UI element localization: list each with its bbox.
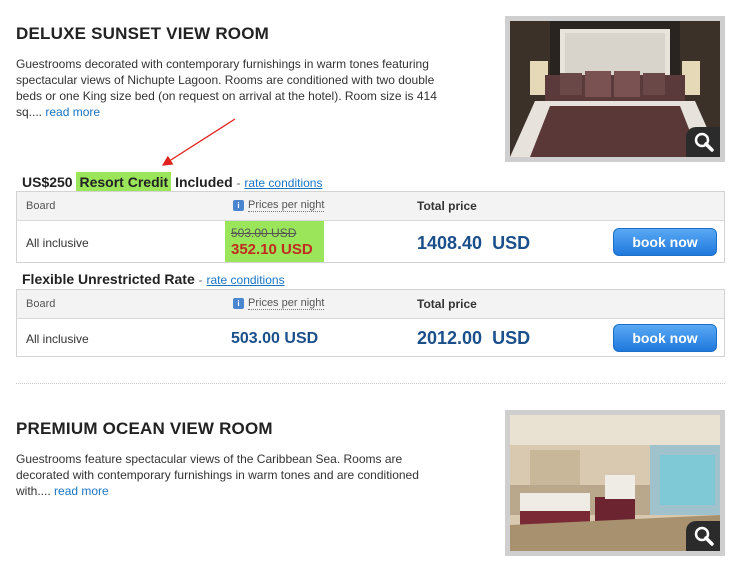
annotation-arrow — [161, 118, 236, 166]
rate-table: Board i Prices per night Total price All … — [16, 289, 725, 357]
room-separator — [16, 383, 725, 384]
rate-title: US$250 Resort Credit Included - rate con… — [22, 172, 323, 192]
rate-table-header — [17, 192, 724, 221]
room-desc-line: decorated with contemporary furnishings … — [16, 468, 419, 482]
total-price: 2012.00 USD — [417, 328, 531, 348]
room-description: Guestrooms feature spectacular views of … — [16, 451, 466, 499]
column-header-prices[interactable]: i Prices per night — [233, 199, 325, 212]
price-per-night: 503.00 USD — [231, 330, 319, 347]
column-header-board: Board — [26, 298, 56, 310]
column-header-prices[interactable]: i Prices per night — [233, 297, 325, 310]
rate-conditions-link[interactable]: rate conditions — [244, 176, 322, 190]
rate-table: Board i Prices per night Total price All … — [16, 191, 725, 263]
rate-conditions-link[interactable]: rate conditions — [207, 273, 285, 287]
book-now-button[interactable]: book now — [613, 228, 717, 256]
column-header-total: Total price — [417, 297, 477, 311]
total-price: 1408.40 USD — [417, 233, 531, 253]
book-now-button[interactable]: book now — [613, 324, 717, 352]
room-title: PREMIUM OCEAN VIEW ROOM — [16, 419, 273, 438]
room-photo[interactable] — [505, 410, 725, 556]
original-price: 503.00 USD — [231, 226, 297, 240]
read-more-link[interactable]: read more — [54, 484, 109, 498]
board-type: All inclusive — [26, 236, 89, 250]
room-desc-line: with.... read more — [16, 484, 109, 498]
discount-highlight: 503.00 USD 352.10 USD — [225, 221, 324, 262]
zoom-icon — [694, 526, 714, 546]
discounted-price: 352.10 USD — [231, 241, 313, 258]
info-icon: i — [233, 199, 244, 211]
column-header-total: Total price — [417, 199, 477, 213]
zoom-button[interactable] — [686, 521, 720, 551]
rate-title: Flexible Unrestricted Rate - rate condit… — [22, 271, 285, 287]
rate-table-header — [17, 290, 724, 319]
column-header-board: Board — [26, 200, 56, 212]
resort-credit-highlight: Resort Credit — [76, 172, 172, 192]
room-desc-line: Guestrooms feature spectacular views of … — [16, 452, 403, 466]
board-type: All inclusive — [26, 332, 89, 346]
info-icon: i — [233, 297, 244, 309]
